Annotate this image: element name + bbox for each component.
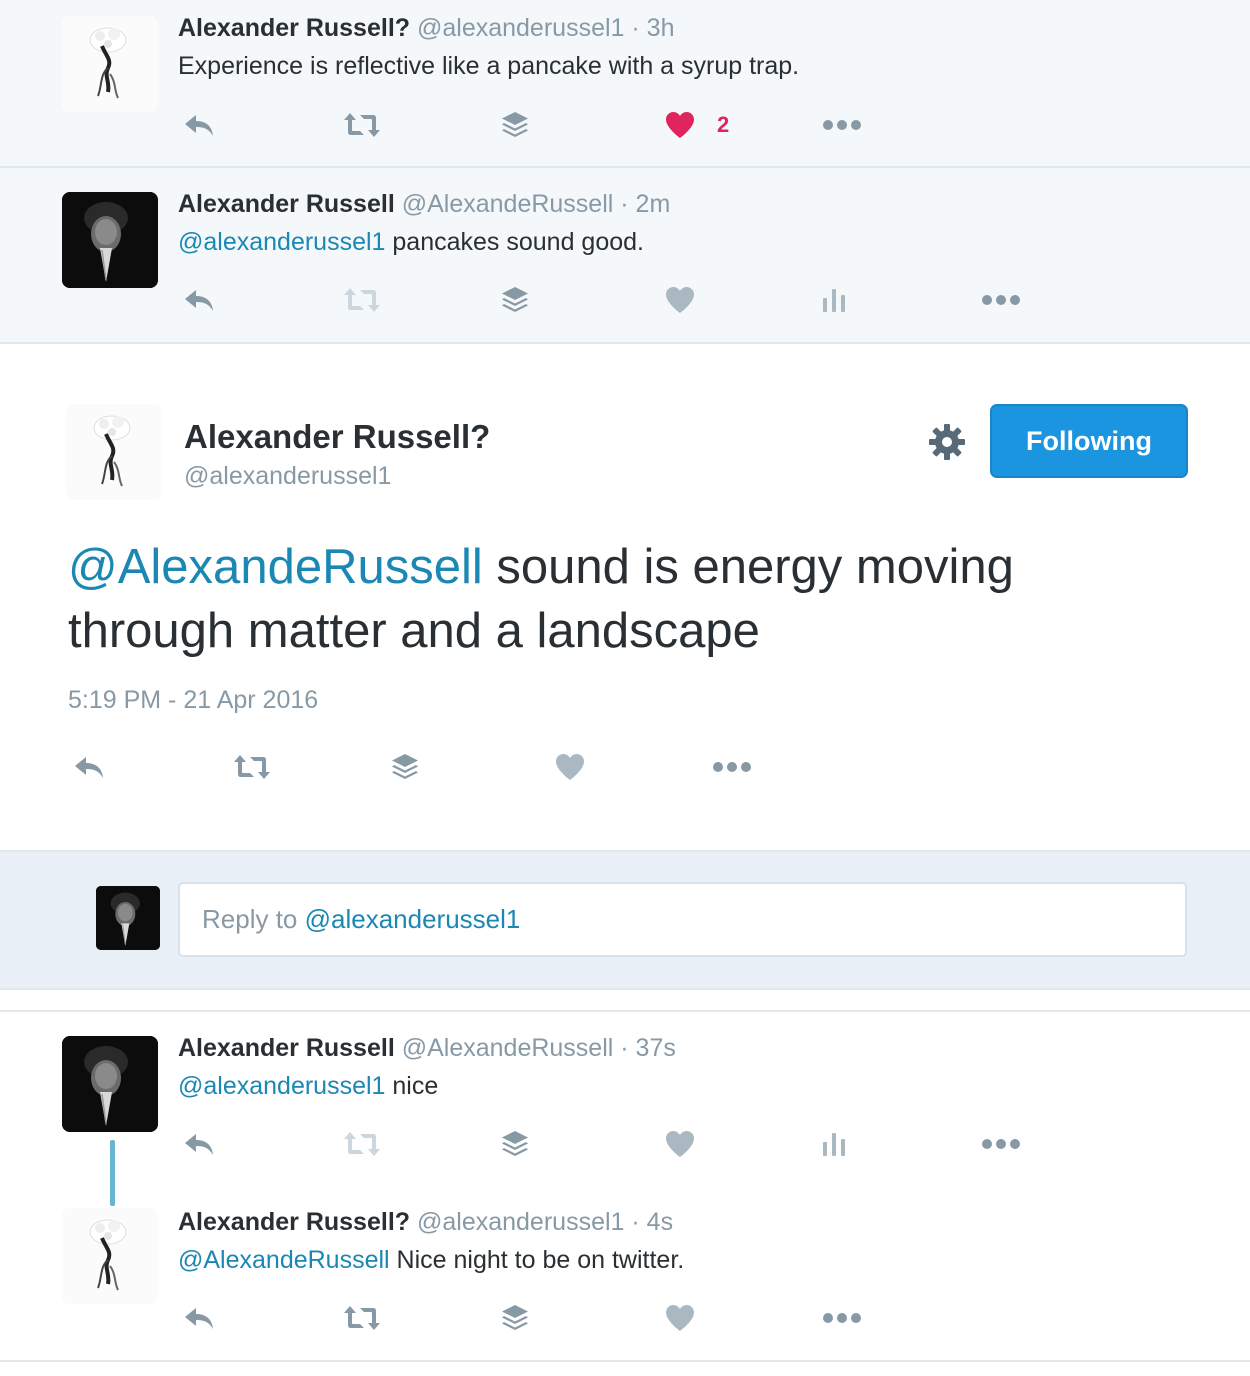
tweet-actions	[0, 280, 1250, 320]
mention-link[interactable]: @AlexandeRussell	[178, 1246, 390, 1274]
avatar[interactable]	[62, 1036, 158, 1132]
reply-icon[interactable]	[182, 1298, 216, 1338]
author-handle[interactable]: @alexanderussel1	[417, 14, 624, 42]
more-icon[interactable]	[712, 747, 752, 787]
retweet-icon	[342, 1124, 382, 1164]
retweet-icon[interactable]	[232, 747, 272, 787]
reply-icon[interactable]	[182, 280, 216, 320]
mention-link[interactable]: @alexanderussel1	[178, 228, 385, 256]
author-handle[interactable]: @alexanderussel1	[184, 462, 391, 491]
author-handle[interactable]: @AlexandeRussell	[402, 190, 614, 218]
avatar[interactable]	[62, 192, 158, 288]
avatar[interactable]	[66, 404, 162, 500]
retweet-icon[interactable]	[342, 105, 382, 145]
heart-icon[interactable]	[665, 280, 695, 320]
tweet-text: @AlexandeRussell Nice night to be on twi…	[178, 1246, 684, 1275]
like-count: 2	[717, 112, 730, 137]
more-icon[interactable]	[981, 1124, 1021, 1164]
tweet-item[interactable]: Alexander Russell? @alexanderussel1 · 3h…	[0, 0, 1250, 168]
analytics-icon[interactable]	[820, 1124, 848, 1164]
heart-icon[interactable]	[665, 1124, 695, 1164]
author-name[interactable]: Alexander Russell?	[178, 14, 410, 42]
tweet-header: Alexander Russell? @alexanderussel1 · 3h	[178, 14, 674, 43]
mention-link[interactable]: @alexanderussel1	[178, 1072, 385, 1100]
tweet-item[interactable]: Alexander Russell @AlexandeRussell · 2m …	[0, 168, 1250, 344]
tweet-text: @alexanderussel1 nice	[178, 1072, 438, 1101]
tweet-body: nice	[385, 1072, 439, 1100]
tweet-actions	[0, 747, 1250, 787]
mention-link[interactable]: @AlexandeRussell	[68, 540, 483, 594]
reply-icon[interactable]	[72, 747, 106, 787]
author-name[interactable]: Alexander Russell	[178, 1034, 395, 1062]
reply-icon[interactable]	[182, 105, 216, 145]
more-icon[interactable]	[822, 1298, 862, 1338]
reply-placeholder: Reply to	[202, 904, 305, 934]
buffer-icon[interactable]	[500, 1124, 530, 1164]
tweet-time[interactable]: · 37s	[620, 1034, 676, 1062]
retweet-icon[interactable]	[342, 1298, 382, 1338]
avatar[interactable]	[62, 16, 158, 112]
buffer-icon[interactable]	[390, 747, 420, 787]
author-name[interactable]: Alexander Russell?	[178, 1208, 410, 1236]
tweet-time[interactable]: · 4s	[631, 1208, 673, 1236]
tweet-header: Alexander Russell @AlexandeRussell · 37s	[178, 1034, 676, 1063]
like-button[interactable]: 2	[665, 105, 729, 145]
author-name[interactable]: Alexander Russell	[178, 190, 395, 218]
avatar[interactable]	[62, 1208, 158, 1304]
tweet-actions	[0, 1298, 1250, 1338]
more-icon[interactable]	[822, 105, 862, 145]
tweet-text: Experience is reflective like a pancake …	[178, 52, 800, 80]
reply-mention: @alexanderussel1	[304, 904, 521, 934]
author-handle[interactable]: @AlexandeRussell	[402, 1034, 614, 1062]
tweet-text: @AlexandeRussell sound is energy moving …	[68, 535, 1168, 663]
tweet-header: Alexander Russell @AlexandeRussell · 2m	[178, 190, 670, 219]
author-handle[interactable]: @alexanderussel1	[417, 1208, 624, 1236]
avatar[interactable]	[96, 886, 160, 950]
following-button[interactable]: Following	[990, 404, 1188, 478]
heart-icon[interactable]	[665, 1298, 695, 1338]
buffer-icon[interactable]	[500, 105, 530, 145]
author-name[interactable]: Alexander Russell?	[184, 418, 490, 456]
reply-icon[interactable]	[182, 1124, 216, 1164]
buffer-icon[interactable]	[500, 280, 530, 320]
tweet-body: pancakes sound good.	[385, 228, 644, 256]
reply-input[interactable]: Reply to @alexanderussel1	[178, 882, 1187, 957]
analytics-icon[interactable]	[820, 280, 848, 320]
tweet-text: @alexanderussel1 pancakes sound good.	[178, 228, 644, 257]
thread-connector	[110, 1140, 115, 1206]
tweet-body: Nice night to be on twitter.	[389, 1246, 685, 1274]
heart-icon	[665, 111, 695, 139]
tweet-actions: 2	[0, 105, 1250, 145]
tweet-header: Alexander Russell? @alexanderussel1 · 4s	[178, 1208, 673, 1237]
more-icon[interactable]	[981, 280, 1021, 320]
heart-icon[interactable]	[555, 747, 585, 787]
tweet-timestamp[interactable]: 5:19 PM - 21 Apr 2016	[68, 686, 318, 715]
retweet-icon	[342, 280, 382, 320]
buffer-icon[interactable]	[500, 1298, 530, 1338]
gear-icon[interactable]	[928, 423, 966, 466]
tweet-time[interactable]: · 3h	[631, 14, 674, 42]
tweet-actions	[0, 1124, 1250, 1164]
tweet-time[interactable]: · 2m	[620, 190, 670, 218]
